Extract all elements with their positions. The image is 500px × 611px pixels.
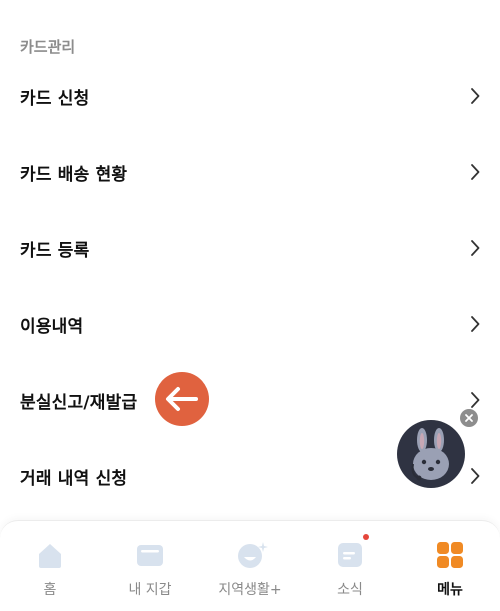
tab-menu[interactable]: 메뉴 <box>400 521 500 611</box>
menu-item-label: 카드 배송 현황 <box>20 164 128 185</box>
tab-local-life[interactable]: 지역생활+ <box>200 521 300 611</box>
menu-item-card-delivery[interactable]: 카드 배송 현황 <box>0 134 500 210</box>
tab-label: 내 지갑 <box>128 582 172 598</box>
menu-item-label: 카드 신청 <box>20 88 90 109</box>
tab-label: 소식 <box>337 582 363 598</box>
rabbit-avatar-icon <box>411 428 449 481</box>
chevron-right-icon <box>471 240 480 256</box>
chevron-right-icon <box>471 164 480 180</box>
section-title: 카드관리 <box>20 38 76 56</box>
menu-item-label: 분실신고/재발급 <box>20 392 138 413</box>
tab-home[interactable]: 홈 <box>0 521 100 611</box>
chevron-right-icon <box>471 392 480 408</box>
chevron-right-icon <box>471 88 480 104</box>
tab-news[interactable]: 소식 <box>300 521 400 611</box>
arrow-left-glyph <box>166 387 198 411</box>
chevron-right-icon <box>471 468 480 484</box>
menu-item-label: 카드 등록 <box>20 240 90 261</box>
menu-item-card-register[interactable]: 카드 등록 <box>0 210 500 286</box>
menu-item-usage-history[interactable]: 이용내역 <box>0 286 500 362</box>
tab-label: 지역생활+ <box>218 582 282 598</box>
close-icon[interactable] <box>460 409 478 427</box>
menu-grid-icon <box>435 540 465 570</box>
menu-item-label: 이용내역 <box>20 316 84 337</box>
menu-item-card-apply[interactable]: 카드 신청 <box>0 58 500 134</box>
smile-sparkle-icon <box>235 540 268 570</box>
chatbot-avatar[interactable] <box>397 420 465 488</box>
tab-wallet[interactable]: 내 지갑 <box>100 521 200 611</box>
tab-label: 메뉴 <box>437 582 463 598</box>
home-icon <box>35 540 65 570</box>
close-glyph <box>465 414 473 422</box>
bottom-tab-bar: 홈 내 지갑 지역생활+ 소식 메뉴 <box>0 520 500 611</box>
wallet-icon <box>135 540 165 570</box>
tab-label: 홈 <box>43 582 57 598</box>
news-icon <box>335 534 369 570</box>
chevron-right-icon <box>471 316 480 332</box>
menu-item-label: 거래 내역 신청 <box>20 468 128 489</box>
arrow-left-icon <box>155 372 209 426</box>
notification-dot <box>363 534 369 540</box>
